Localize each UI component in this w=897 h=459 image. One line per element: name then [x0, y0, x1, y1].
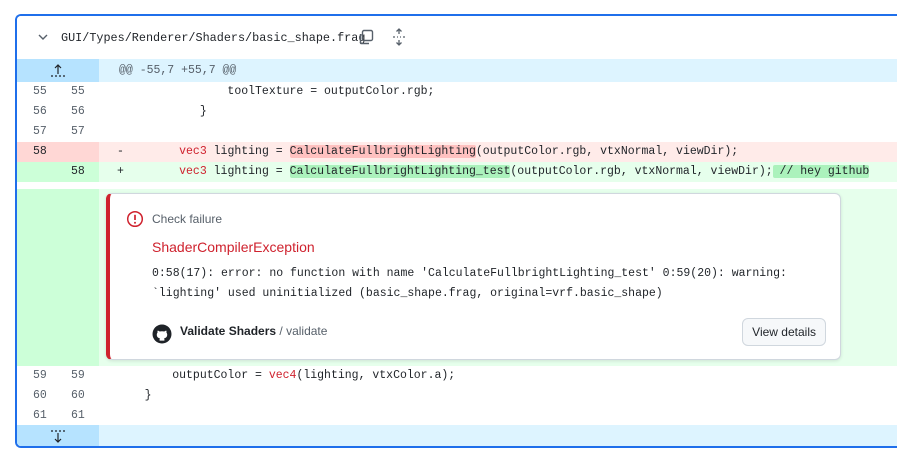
- new-line-number[interactable]: 56: [71, 105, 95, 118]
- code-line: 55 55 toolTexture = outputColor.rgb;: [17, 82, 897, 102]
- hunk-footer: [17, 425, 897, 446]
- hunk-text: @@ -55,7 +55,7 @@: [119, 64, 237, 77]
- new-gutter: [58, 142, 99, 162]
- unfold-icon[interactable]: [390, 28, 408, 46]
- keyword: vec3: [179, 145, 207, 158]
- annotation-row: Check failure ShaderCompilerException 0:…: [17, 189, 897, 366]
- file-path[interactable]: GUI/Types/Renderer/Shaders/basic_shape.f…: [61, 31, 365, 45]
- old-line-number[interactable]: 60: [33, 389, 57, 402]
- new-line-number[interactable]: 58: [71, 165, 95, 178]
- expand-up-icon[interactable]: [49, 62, 67, 79]
- add-gutter: [17, 189, 99, 366]
- code-line: 59 59 outputColor = vec4(lighting, vtxCo…: [17, 366, 897, 386]
- code-segment: lighting =: [206, 165, 290, 178]
- hunk-header: @@ -55,7 +55,7 @@: [17, 59, 897, 82]
- github-icon: [152, 324, 172, 344]
- expand-down-icon[interactable]: [49, 428, 67, 445]
- workflow-link[interactable]: Validate Shaders / validate: [180, 324, 327, 338]
- old-line-number[interactable]: 61: [33, 409, 57, 422]
- view-details-button[interactable]: View details: [742, 318, 826, 346]
- code-line: 61 61: [17, 406, 897, 426]
- check-failure-annotation: Check failure ShaderCompilerException 0:…: [106, 193, 841, 360]
- added-highlight: CalculateFullbrightLighting_test: [289, 165, 511, 178]
- code-line: 60 60 }: [17, 386, 897, 406]
- diff-sign: +: [117, 165, 124, 178]
- code-text: - vec3 lighting = CalculateFullbrightLig…: [117, 145, 738, 158]
- new-line-number[interactable]: 59: [71, 369, 95, 382]
- old-line-number[interactable]: 59: [33, 369, 57, 382]
- keyword: vec4: [268, 369, 297, 382]
- annotation-label: Check failure: [152, 212, 223, 226]
- new-line-number[interactable]: 60: [71, 389, 95, 402]
- workflow-separator: /: [276, 324, 287, 338]
- diff-sign: -: [117, 145, 124, 158]
- workflow-name[interactable]: Validate Shaders: [180, 324, 276, 338]
- code-text: toolTexture = outputColor.rgb;: [117, 85, 435, 98]
- code-line: 56 56 }: [17, 102, 897, 122]
- code-line: 57 57: [17, 122, 897, 142]
- job-name[interactable]: validate: [286, 324, 327, 338]
- code-segment: (outputColor.rgb, vtxNormal, viewDir);: [510, 165, 773, 178]
- deleted-line: 58 - vec3 lighting = CalculateFullbright…: [17, 142, 897, 162]
- old-line-number[interactable]: 56: [33, 105, 57, 118]
- diff-file: GUI/Types/Renderer/Shaders/basic_shape.f…: [15, 14, 897, 448]
- code-segment: outputColor =: [172, 369, 269, 382]
- removed-highlight: CalculateFullbrightLighting: [289, 145, 476, 158]
- keyword: vec3: [179, 165, 207, 178]
- new-line-number[interactable]: 57: [71, 125, 95, 138]
- chevron-down-icon[interactable]: [37, 31, 49, 43]
- hunk-gutter: [17, 59, 99, 82]
- code-text: }: [117, 389, 152, 402]
- old-line-number[interactable]: 55: [33, 85, 57, 98]
- copy-icon[interactable]: [357, 28, 375, 46]
- alert-circle-icon: [126, 210, 144, 228]
- code-text: outputColor = vec4(lighting, vtxColor.a)…: [117, 369, 455, 382]
- old-line-number[interactable]: 57: [33, 125, 57, 138]
- code-text: }: [117, 105, 207, 118]
- annotation-message: 0:58(17): error: no function with name '…: [152, 267, 787, 300]
- hunk-gutter: [17, 425, 99, 446]
- code-segment: lighting =: [206, 145, 290, 158]
- new-line-number[interactable]: 61: [71, 409, 95, 422]
- file-header: GUI/Types/Renderer/Shaders/basic_shape.f…: [17, 16, 897, 60]
- old-line-number[interactable]: 58: [33, 145, 57, 158]
- new-line-number[interactable]: 55: [71, 85, 95, 98]
- added-highlight: // hey github: [772, 165, 870, 178]
- code-segment: (outputColor.rgb, vtxNormal, viewDir);: [475, 145, 739, 158]
- added-line: 58 + vec3 lighting = CalculateFullbright…: [17, 162, 897, 182]
- code-text: + vec3 lighting = CalculateFullbrightLig…: [117, 165, 870, 178]
- annotation-title: ShaderCompilerException: [152, 239, 315, 255]
- code-segment: (lighting, vtxColor.a);: [296, 369, 456, 382]
